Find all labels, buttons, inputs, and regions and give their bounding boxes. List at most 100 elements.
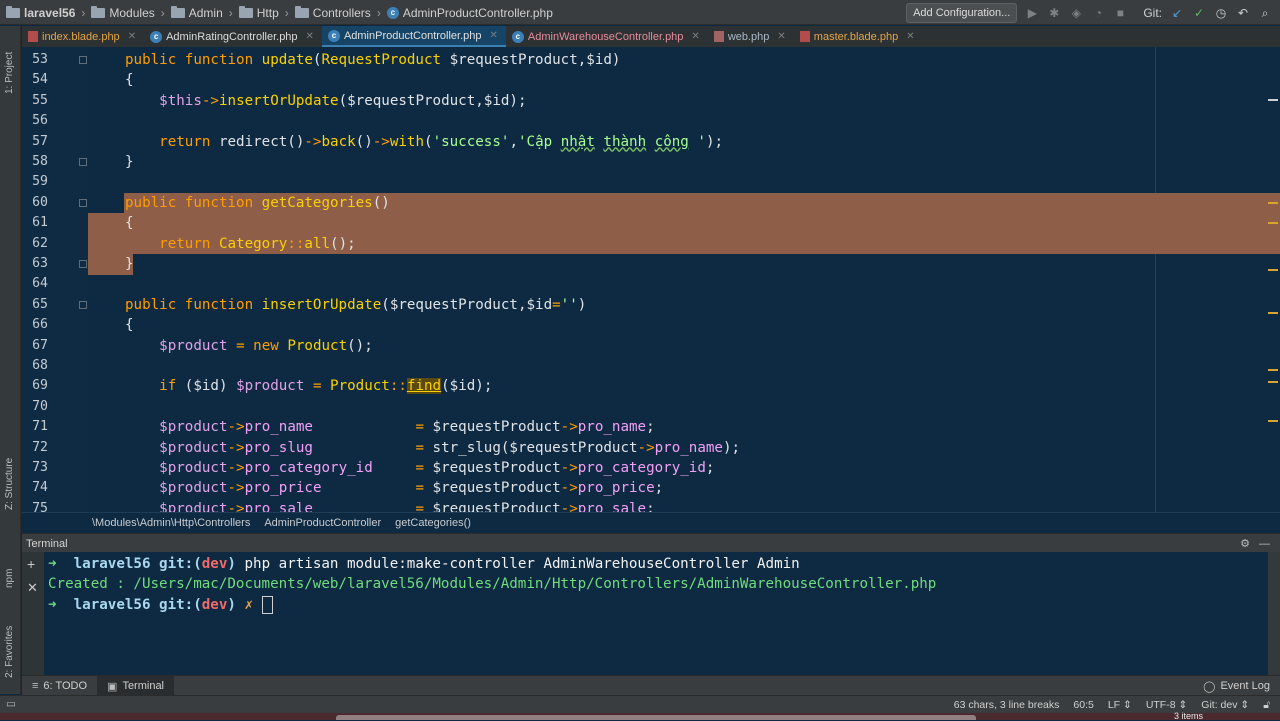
php-file-icon — [713, 31, 724, 42]
code-text: return redirect()->back()->with('success… — [159, 133, 724, 150]
fold-marker-icon[interactable] — [79, 56, 87, 64]
code-line: 66 { — [22, 315, 1280, 335]
lock-icon[interactable]: 🔓︎ — [1263, 699, 1270, 712]
tab-web-php[interactable]: web.php ✕ — [708, 26, 794, 47]
event-log-button[interactable]: ◯ Event Log — [1193, 676, 1280, 696]
gear-icon[interactable]: ⚙ — [1240, 537, 1250, 550]
debug-icon[interactable]: ✱ — [1047, 6, 1061, 20]
error-stripe[interactable] — [1266, 47, 1280, 512]
breadcrumb-modules[interactable]: Modules › — [91, 5, 170, 20]
navigation-breadcrumb: laravel56 › Modules › Admin › Http › Control… — [6, 0, 553, 25]
breadcrumb-http[interactable]: Http › — [238, 5, 295, 20]
close-icon[interactable]: ✕ — [777, 31, 785, 42]
close-icon[interactable]: ✕ — [306, 31, 314, 42]
close-icon[interactable]: ✕ — [691, 31, 699, 42]
line-ending-selector[interactable]: LF ⇕ — [1108, 699, 1132, 711]
breadcrumb-project[interactable]: laravel56 › — [6, 5, 91, 20]
project-panel-button[interactable]: 1: Project — [4, 52, 15, 94]
search-icon[interactable]: ⌕ — [1258, 6, 1272, 20]
event-log-icon: ◯ — [1203, 680, 1216, 693]
encoding-selector[interactable]: UTF-8 ⇕ — [1146, 699, 1187, 711]
breadcrumb-controllers[interactable]: Controllers › — [294, 5, 387, 20]
terminal-tool-button[interactable]: ▣ Terminal — [97, 676, 175, 696]
code-line-selected: 61 { — [22, 213, 1280, 233]
terminal-actions: + ✕ — [22, 552, 44, 675]
code-line: 56 — [22, 111, 1280, 131]
coverage-icon[interactable]: ◈ — [1069, 6, 1083, 20]
chevron-right-icon: › — [81, 5, 86, 20]
tab-admin-rating-controller[interactable]: c AdminRatingController.php ✕ — [144, 26, 322, 47]
line-number: 65 — [32, 296, 48, 312]
prompt-arrow: ➜ — [48, 556, 74, 572]
warning-mark — [1268, 269, 1278, 271]
code-line-selected: 63 } — [22, 254, 1280, 274]
todo-tool-button[interactable]: ≡ 6: TODO — [22, 676, 97, 696]
chevron-right-icon: › — [284, 5, 289, 20]
stop-icon[interactable]: ■ — [1113, 6, 1127, 20]
line-number: 55 — [32, 92, 48, 108]
fold-marker-icon[interactable] — [79, 198, 87, 207]
breadcrumb-label: laravel56 — [24, 5, 76, 20]
code-editor[interactable]: 53 public function update(RequestProduct… — [22, 47, 1280, 512]
npm-panel-button[interactable]: npm — [4, 569, 15, 588]
line-number: 54 — [32, 72, 48, 88]
status-bar: ▭ 63 chars, 3 line breaks 60:5 LF ⇕ UTF-… — [0, 695, 1280, 714]
php-class-icon: c — [511, 30, 524, 43]
breadcrumb-file[interactable]: c AdminProductController.php — [386, 6, 553, 20]
code-line: 64 — [22, 274, 1280, 294]
desktop-dock-strip: 3 items — [0, 711, 1280, 721]
php-class-icon: c — [327, 29, 340, 42]
fold-marker-icon[interactable] — [79, 260, 87, 268]
blade-file-icon — [799, 31, 810, 42]
line-number: 69 — [32, 378, 48, 394]
structure-panel-button[interactable]: Z: Structure — [4, 458, 15, 510]
minimize-icon[interactable]: — — [1259, 538, 1270, 550]
line-number: 72 — [32, 439, 48, 455]
tab-admin-product-controller[interactable]: c AdminProductController.php ✕ — [321, 26, 506, 47]
selection-info: 63 chars, 3 line breaks — [953, 699, 1060, 711]
folder-icon — [294, 5, 309, 18]
prompt-arrow: ➜ — [48, 596, 74, 613]
close-icon[interactable]: ✕ — [490, 30, 498, 41]
php-class-icon: c — [386, 6, 399, 19]
close-icon[interactable]: ✕ — [27, 580, 38, 596]
git-branch-selector[interactable]: Git: dev ⇕ — [1201, 699, 1249, 711]
git-branch: dev — [201, 556, 228, 572]
status-items: 63 chars, 3 line breaks 60:5 LF ⇕ UTF-8 … — [954, 696, 1270, 714]
code-line: 74 $product->pro_price = $requestProduct… — [22, 478, 1280, 498]
layout-icon[interactable]: ▭ — [6, 698, 16, 710]
revert-icon[interactable]: ↶ — [1236, 6, 1250, 20]
tab-admin-warehouse-controller[interactable]: c AdminWarehouseController.php ✕ — [506, 26, 708, 47]
tab-master-blade[interactable]: master.blade.php ✕ — [794, 26, 923, 47]
warning-mark — [1268, 381, 1278, 383]
folder-icon — [91, 5, 106, 18]
breadcrumb-class[interactable]: AdminProductController — [264, 517, 381, 529]
profile-icon[interactable]: ◔ — [1091, 6, 1105, 20]
run-icon[interactable]: ▶ — [1025, 6, 1039, 20]
plus-icon[interactable]: + — [27, 556, 35, 572]
caret-position[interactable]: 60:5 — [1073, 699, 1093, 711]
warning-mark — [1268, 222, 1278, 224]
terminal-output[interactable]: ➜ laravel56 git:(dev) php artisan module… — [44, 552, 1268, 675]
close-icon[interactable]: ✕ — [128, 31, 136, 42]
breadcrumb-method[interactable]: getCategories() — [395, 517, 471, 529]
scroll-position-mark — [1268, 99, 1278, 101]
tab-index-blade[interactable]: index.blade.php ✕ — [22, 26, 144, 47]
breadcrumb-namespace[interactable]: \Modules\Admin\Http\Controllers — [92, 517, 250, 529]
editor-tab-bar: index.blade.php ✕ c AdminRatingControlle… — [22, 26, 1280, 47]
breadcrumb-admin[interactable]: Admin › — [170, 5, 239, 20]
git-commit-icon[interactable]: ✓ — [1192, 6, 1206, 20]
php-class-icon: c — [150, 30, 163, 43]
prompt-dir: laravel56 — [73, 596, 151, 613]
code-line-selected: 60 public function getCategories() — [22, 193, 1280, 213]
code-text: public function insertOrUpdate($requestP… — [125, 296, 587, 313]
favorites-panel-button[interactable]: 2: Favorites — [4, 626, 15, 678]
fold-marker-icon[interactable] — [79, 158, 87, 166]
add-configuration-button[interactable]: Add Configuration... — [906, 2, 1018, 23]
close-icon[interactable]: ✕ — [906, 31, 914, 42]
git-update-icon[interactable]: ↙ — [1170, 6, 1184, 20]
chevron-right-icon: › — [160, 5, 165, 20]
fold-marker-icon[interactable] — [79, 300, 87, 309]
terminal-scrollbar[interactable] — [1268, 552, 1280, 675]
history-icon[interactable]: ◷ — [1214, 6, 1228, 20]
